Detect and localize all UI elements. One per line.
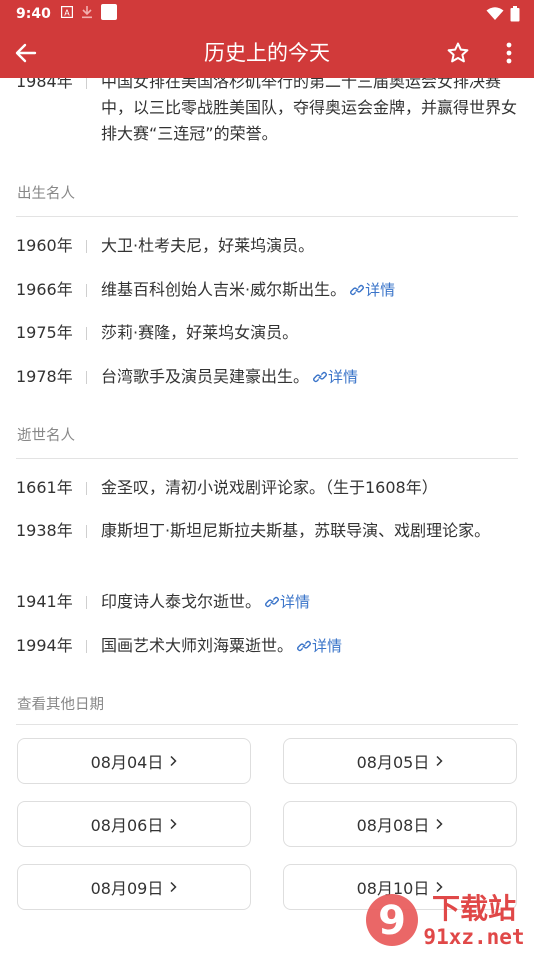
chevron-right-icon <box>436 755 443 767</box>
detail-link-label: 详情 <box>312 637 343 655</box>
event-description: 大卫·杜考夫尼，好莱坞演员。 <box>101 236 315 255</box>
watermark-logo: 9 下载站 91xz.net <box>366 892 525 949</box>
event-separator <box>86 482 87 495</box>
detail-link-label: 详情 <box>365 281 396 299</box>
event-description: 维基百科创始人吉米·威尔斯出生。 <box>101 280 347 299</box>
event-description: 康斯坦丁·斯坦尼斯拉夫斯基，苏联导演、戏剧理论家。 <box>101 521 491 540</box>
event-year: 1960年 <box>16 236 73 255</box>
event-separator <box>86 78 87 89</box>
status-icons-right <box>486 6 520 26</box>
back-button[interactable] <box>8 28 44 78</box>
date-label: 08月04日 <box>90 753 164 772</box>
detail-link-label: 详情 <box>328 368 359 386</box>
date-label: 08月08日 <box>356 816 430 835</box>
date-button[interactable]: 08月05日 <box>283 738 517 784</box>
date-button[interactable]: 08月04日 <box>17 738 251 784</box>
section-divider <box>16 724 518 725</box>
event-text: 印度诗人泰戈尔逝世。 详情 <box>101 589 521 615</box>
watermark-domain: 91xz.net <box>423 925 524 949</box>
event-separator <box>86 284 87 297</box>
event-year: 1978年 <box>16 367 73 386</box>
births-section-title: 出生名人 <box>17 186 75 202</box>
event-separator <box>86 596 87 609</box>
event-text: 大卫·杜考夫尼，好莱坞演员。 <box>101 233 521 259</box>
death-row: 1938年 康斯坦丁·斯坦尼斯拉夫斯基，苏联导演、戏剧理论家。 <box>16 518 521 572</box>
link-icon <box>297 640 311 652</box>
event-text: 金圣叹，清初小说戏剧评论家。（生于1608年） <box>101 475 521 501</box>
event-separator <box>86 640 87 653</box>
svg-text:A: A <box>64 9 70 18</box>
event-text: 台湾歌手及演员吴建豪出生。 详情 <box>101 364 521 390</box>
date-label: 08月09日 <box>90 879 164 898</box>
battery-icon <box>510 6 520 26</box>
star-outline-icon <box>447 42 469 63</box>
event-year: 1941年 <box>16 592 73 611</box>
date-label: 08月06日 <box>90 816 164 835</box>
watermark-brand: 下载站 <box>432 892 516 925</box>
event-year: 1975年 <box>16 323 73 342</box>
link-icon <box>313 371 327 383</box>
event-text: 莎莉·赛隆，好莱坞女演员。 <box>101 320 521 346</box>
watermark-logo-text: 9 <box>378 898 406 944</box>
chevron-right-icon <box>170 755 177 767</box>
event-year: 1984年 <box>16 78 73 91</box>
section-divider <box>16 216 518 217</box>
detail-link[interactable]: 详情 <box>297 637 342 655</box>
detail-link-label: 详情 <box>280 593 311 611</box>
detail-link[interactable]: 详情 <box>350 281 395 299</box>
date-button[interactable]: 08月09日 <box>17 864 251 910</box>
event-separator <box>86 327 87 340</box>
date-button[interactable]: 08月08日 <box>283 801 517 847</box>
event-text: 康斯坦丁·斯坦尼斯拉夫斯基，苏联导演、戏剧理论家。 <box>101 518 521 544</box>
chevron-right-icon <box>170 881 177 893</box>
white-square-icon <box>100 4 117 24</box>
chevron-right-icon <box>436 818 443 830</box>
event-text: 国画艺术大师刘海粟逝世。 详情 <box>101 633 521 659</box>
more-vertical-icon <box>506 42 512 64</box>
event-row: 1984年 中国女排在美国洛杉矶举行的第二十三届奥运会女排决赛中，以三比零战胜美… <box>16 78 521 149</box>
event-description: 莎莉·赛隆，好莱坞女演员。 <box>101 323 299 342</box>
wifi-icon <box>486 7 504 25</box>
status-bar: 9:40 A <box>0 0 534 28</box>
status-icons-left: A <box>60 4 117 24</box>
event-text: 维基百科创始人吉米·威尔斯出生。 详情 <box>101 277 521 303</box>
event-description: 金圣叹，清初小说戏剧评论家。（生于1608年） <box>101 478 438 497</box>
app-bar: 历史上的今天 <box>0 28 534 78</box>
event-year: 1966年 <box>16 280 73 299</box>
status-time: 9:40 <box>16 6 51 22</box>
chevron-right-icon <box>170 818 177 830</box>
event-description: 国画艺术大师刘海粟逝世。 <box>101 636 294 655</box>
event-year: 1994年 <box>16 636 73 655</box>
download-icon <box>81 5 93 23</box>
section-divider <box>16 458 518 459</box>
arrow-left-icon <box>15 43 37 63</box>
event-text: 中国女排在美国洛杉矶举行的第二十三届奥运会女排决赛中，以三比零战胜美国队，夺得奥… <box>101 78 518 143</box>
a-box-icon: A <box>60 5 74 22</box>
other-dates-title: 查看其他日期 <box>17 697 104 713</box>
link-icon <box>350 284 364 296</box>
event-separator <box>86 240 87 253</box>
link-icon <box>265 596 279 608</box>
event-year: 1938年 <box>16 521 73 540</box>
event-description: 台湾歌手及演员吴建豪出生。 <box>101 367 310 386</box>
event-year: 1661年 <box>16 478 73 497</box>
watermark: 9 下载站 91xz.net <box>362 888 534 950</box>
detail-link[interactable]: 详情 <box>313 368 358 386</box>
event-separator <box>86 525 87 538</box>
detail-link[interactable]: 详情 <box>265 593 310 611</box>
favorite-button[interactable] <box>440 28 476 78</box>
date-button[interactable]: 08月06日 <box>17 801 251 847</box>
event-separator <box>86 371 87 384</box>
date-label: 08月05日 <box>356 753 430 772</box>
more-options-button[interactable] <box>494 28 524 78</box>
content-area[interactable]: 1984年 中国女排在美国洛杉矶举行的第二十三届奥运会女排决赛中，以三比零战胜美… <box>0 78 534 950</box>
event-description: 印度诗人泰戈尔逝世。 <box>101 592 262 611</box>
deaths-section-title: 逝世名人 <box>17 428 75 444</box>
